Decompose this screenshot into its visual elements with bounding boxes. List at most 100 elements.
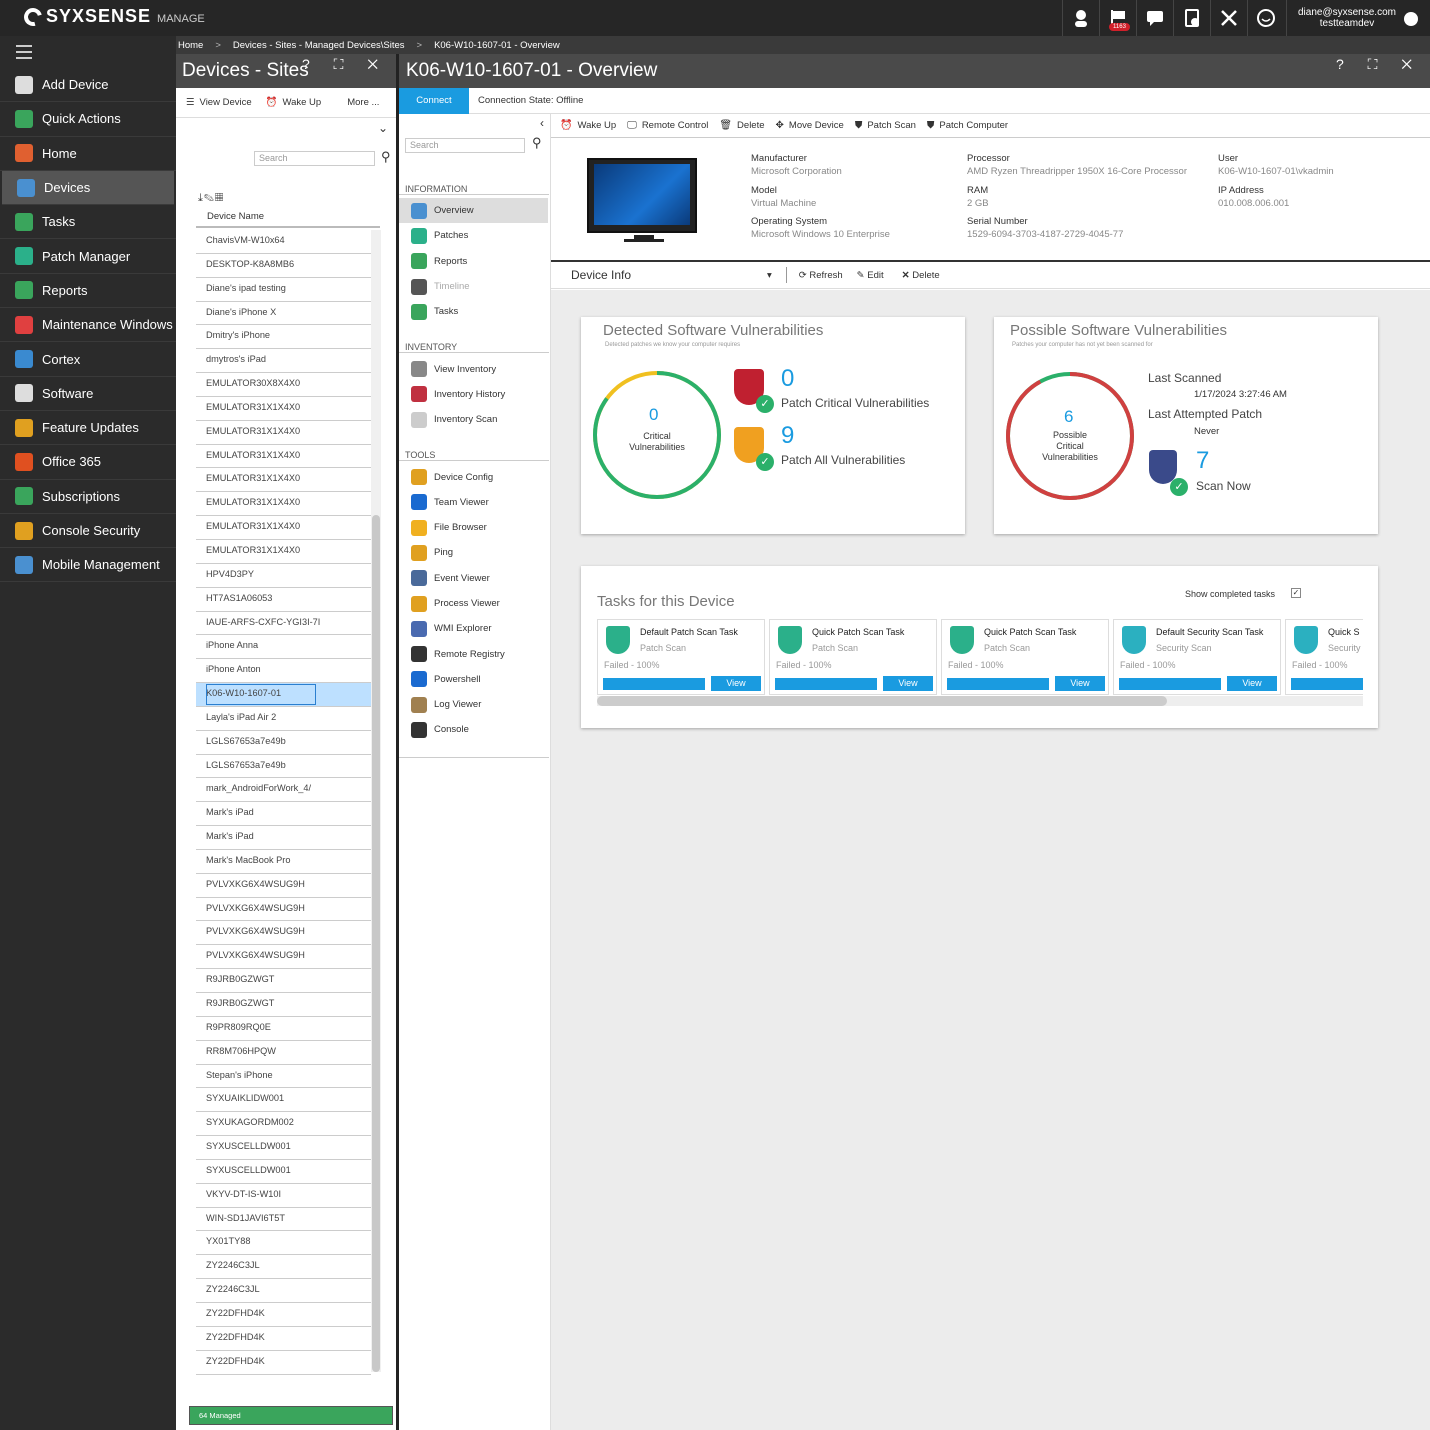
support-icon[interactable] bbox=[1062, 0, 1099, 36]
device-row[interactable]: Stepan's iPhone bbox=[196, 1065, 371, 1089]
nav-item-powershell[interactable]: Powershell bbox=[399, 667, 549, 692]
collapse-icon[interactable]: ‹ bbox=[540, 116, 544, 130]
action-remote-control[interactable]: 🖵 Remote Control bbox=[627, 120, 708, 131]
device-row[interactable]: PVLVXKG6X4WSUG9H bbox=[196, 945, 371, 970]
search-icon[interactable]: ⚲ bbox=[381, 149, 391, 165]
nav-item-reports[interactable]: Reports bbox=[399, 249, 549, 274]
column-header-device-name[interactable]: Device Name bbox=[196, 208, 380, 228]
device-row[interactable]: SYXUAIKLIDW001 bbox=[196, 1088, 371, 1113]
nav-item-timeline[interactable]: Timeline bbox=[399, 274, 549, 299]
syxsense-logo[interactable]: SYXSENSE MANAGE bbox=[20, 4, 205, 29]
scan-count[interactable]: 7 bbox=[1196, 447, 1209, 475]
nav-item-view-inventory[interactable]: View Inventory bbox=[399, 356, 549, 381]
crumb-sites[interactable]: Devices - Sites - Managed Devices\Sites bbox=[233, 40, 405, 51]
action-move-device[interactable]: ✥ Move Device bbox=[776, 120, 844, 131]
sidebar-item-mobile-management[interactable]: Mobile Management bbox=[0, 548, 176, 583]
device-row[interactable]: R9PR809RQ0E bbox=[196, 1017, 371, 1041]
scan-now-link[interactable]: Scan Now bbox=[1196, 479, 1251, 493]
device-row[interactable]: R9JRB0GZWGT bbox=[196, 969, 371, 993]
device-row[interactable]: Mark's MacBook Pro bbox=[196, 850, 371, 874]
nav-item-log-viewer[interactable]: Log Viewer bbox=[399, 692, 549, 717]
export-edit-grid-icons[interactable]: ⤓✎▦ bbox=[198, 192, 224, 205]
nav-item-patches[interactable]: Patches bbox=[399, 223, 549, 248]
nav-item-remote-registry[interactable]: Remote Registry bbox=[399, 641, 549, 666]
device-search-input[interactable]: Search bbox=[254, 151, 375, 166]
device-row[interactable]: Mark's iPad bbox=[196, 826, 371, 850]
device-row[interactable]: RR8M706HPQW bbox=[196, 1041, 371, 1065]
device-row[interactable]: YX01TY88 bbox=[196, 1231, 371, 1256]
nav-search-icon[interactable]: ⚲ bbox=[532, 135, 542, 151]
device-row[interactable]: R9JRB0GZWGT bbox=[196, 993, 371, 1017]
device-info-dropdown[interactable]: Device Info bbox=[571, 268, 767, 282]
sidebar-item-quick-actions[interactable]: Quick Actions bbox=[0, 102, 176, 137]
nav-item-device-config[interactable]: Device Config bbox=[399, 464, 549, 489]
device-row[interactable]: Diane's iPhone X bbox=[196, 302, 371, 326]
action-patch-computer[interactable]: ⛊ Patch Computer bbox=[927, 120, 1008, 131]
device-row[interactable]: ZY22DFHD4K bbox=[196, 1327, 371, 1351]
device-row[interactable]: Layla's iPad Air 2 bbox=[196, 707, 371, 731]
device-row[interactable]: dmytros's iPad bbox=[196, 349, 371, 374]
crumb-home[interactable]: Home bbox=[178, 40, 203, 51]
chat-icon[interactable] bbox=[1136, 0, 1173, 36]
device-row[interactable]: iPhone Anton bbox=[196, 659, 371, 684]
nav-item-tasks[interactable]: Tasks bbox=[399, 299, 549, 324]
device-row[interactable]: EMULATOR30X8X4X0 bbox=[196, 373, 371, 397]
sidebar-item-subscriptions[interactable]: Subscriptions bbox=[0, 480, 176, 514]
device-row[interactable]: IAUE-ARFS-CXFC-YGI3I-7I bbox=[196, 612, 371, 636]
device-row[interactable]: Mark's iPad bbox=[196, 802, 371, 827]
critical-count[interactable]: 0 bbox=[781, 365, 794, 393]
sidebar-item-cortex[interactable]: Cortex bbox=[0, 342, 176, 377]
device-row[interactable]: EMULATOR31X1X4X0 bbox=[196, 516, 371, 540]
connect-button[interactable]: Connect bbox=[399, 87, 469, 114]
sidebar-item-maintenance-windows[interactable]: Maintenance Windows bbox=[0, 308, 176, 343]
tools-icon[interactable] bbox=[1210, 0, 1247, 36]
wake-up-button[interactable]: ⏰ Wake Up bbox=[266, 97, 322, 108]
action-delete[interactable]: 🗑 Delete bbox=[719, 120, 764, 131]
patch-all-link[interactable]: Patch All Vulnerabilities bbox=[781, 453, 905, 467]
device-row[interactable]: DESKTOP-K8A8MB6 bbox=[196, 254, 371, 278]
nav-item-wmi-explorer[interactable]: WMI Explorer bbox=[399, 616, 549, 641]
device-row[interactable]: EMULATOR31X1X4X0 bbox=[196, 445, 371, 469]
device-row[interactable]: WIN-SD1JAVI6T5T bbox=[196, 1208, 371, 1232]
device-row[interactable]: PVLVXKG6X4WSUG9H bbox=[196, 898, 371, 922]
panel-controls[interactable]: ? ⛶ ✕ bbox=[302, 56, 388, 73]
hamburger-icon[interactable] bbox=[16, 45, 32, 63]
tasks-scrollbar[interactable] bbox=[597, 696, 1363, 706]
all-count[interactable]: 9 bbox=[781, 422, 794, 450]
more-button[interactable]: More ... bbox=[347, 97, 379, 108]
device-row[interactable]: SYXUSCELLDW001 bbox=[196, 1160, 371, 1184]
chevron-down-icon[interactable]: ⌄ bbox=[378, 121, 388, 135]
sidebar-item-tasks[interactable]: Tasks bbox=[0, 205, 176, 240]
task-view-button[interactable]: View bbox=[883, 676, 933, 691]
device-row[interactable]: HPV4D3PY bbox=[196, 564, 371, 588]
device-row[interactable]: LGLS67653a7e49b bbox=[196, 755, 371, 779]
sidebar-item-console-security[interactable]: Console Security bbox=[0, 514, 176, 549]
device-row[interactable]: ZY22DFHD4K bbox=[196, 1303, 371, 1327]
device-list-scrollbar[interactable] bbox=[371, 230, 381, 1372]
task-view-button[interactable]: View bbox=[711, 676, 761, 691]
sidebar-item-feature-updates[interactable]: Feature Updates bbox=[0, 411, 176, 446]
nav-search-input[interactable]: Search bbox=[405, 138, 525, 153]
sidebar-item-patch-manager[interactable]: Patch Manager bbox=[0, 239, 176, 274]
device-row[interactable]: ZY2246C3JL bbox=[196, 1255, 371, 1280]
action-patch-scan[interactable]: ⛊ Patch Scan bbox=[855, 120, 916, 131]
task-view-button[interactable]: View bbox=[1055, 676, 1105, 691]
sidebar-item-software[interactable]: Software bbox=[0, 377, 176, 411]
device-row[interactable]: EMULATOR31X1X4X0 bbox=[196, 540, 371, 564]
clipboard-icon[interactable] bbox=[1173, 0, 1210, 36]
device-row[interactable]: ChavisVM-W10x64 bbox=[196, 230, 371, 254]
action-wake-up[interactable]: ⏰ Wake Up bbox=[560, 120, 616, 131]
device-row[interactable]: Diane's ipad testing bbox=[196, 278, 371, 302]
device-row[interactable]: PVLVXKG6X4WSUG9H bbox=[196, 874, 371, 898]
device-row[interactable]: iPhone Anna bbox=[196, 635, 371, 660]
user-menu[interactable]: diane@syxsense.com testteamdev bbox=[1286, 0, 1430, 36]
device-row[interactable]: SYXUKAGORDM002 bbox=[196, 1112, 371, 1137]
task-view-button[interactable]: View bbox=[1227, 676, 1277, 691]
view-device-button[interactable]: ☰ View Device bbox=[186, 97, 252, 108]
nav-item-overview[interactable]: Overview bbox=[399, 198, 548, 224]
device-row[interactable]: ZY2246C3JL bbox=[196, 1279, 371, 1303]
sidebar-item-office-365[interactable]: Office 365 bbox=[0, 445, 176, 480]
device-row[interactable]: Dmitry's iPhone bbox=[196, 325, 371, 350]
nav-item-inventory-scan[interactable]: Inventory Scan bbox=[399, 407, 549, 432]
device-row[interactable]: K06-W10-1607-01 bbox=[196, 683, 371, 707]
